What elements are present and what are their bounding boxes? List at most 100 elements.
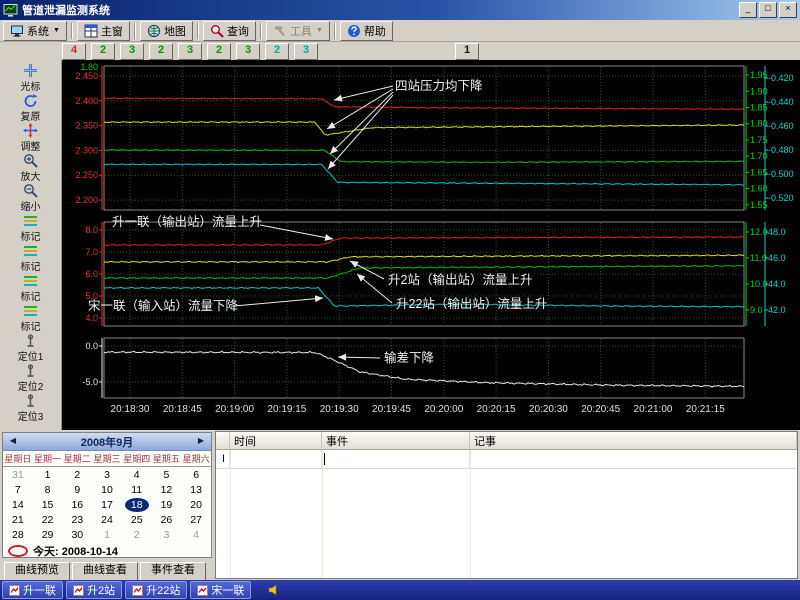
calendar-day[interactable]: 6 [181,469,211,481]
calendar-day[interactable]: 2 [62,469,92,481]
calendar-day[interactable]: 3 [92,469,122,481]
cell-note[interactable] [470,450,797,468]
station-button-8[interactable]: 2 [265,43,289,60]
calendar-day[interactable]: 8 [33,484,63,496]
query-icon [210,24,224,38]
menu-help[interactable]: 帮助 [340,21,393,41]
tool-adjust[interactable]: 调整 [3,123,59,153]
svg-text:20:20:45: 20:20:45 [581,404,620,415]
column-header-3[interactable]: 记事 [470,432,797,450]
tool-locate-1[interactable]: 定位1 [3,333,59,363]
station-button-10[interactable]: 1 [455,43,479,60]
restore-icon [23,93,38,108]
column-header-1[interactable]: 时间 [230,432,322,450]
toolbar-separator [197,23,199,39]
calendar-day[interactable]: 25 [122,514,152,526]
tool-locate-3[interactable]: 定位3 [3,393,59,423]
column-header-2[interactable]: 事件 [322,432,470,450]
curve-preview-button[interactable]: 曲线预览 [4,562,70,581]
calendar-day[interactable]: 24 [92,514,122,526]
calendar-day[interactable]: 22 [33,514,63,526]
taskbar-item-icon [73,585,84,596]
audio-icon [268,584,280,596]
cell-event[interactable] [322,450,470,468]
menu-query[interactable]: 查询 [203,21,256,41]
adjust-icon [23,123,38,138]
station-button-9[interactable]: 3 [294,43,318,60]
calendar-day[interactable]: 21 [3,514,33,526]
calendar-day[interactable]: 20 [181,499,211,511]
close-button[interactable]: × [779,2,797,18]
weekday-label: 星期三 [92,452,122,465]
calendar-day[interactable]: 3 [152,529,182,541]
maximize-button[interactable]: □ [759,2,777,18]
calendar-today-row[interactable]: 今天: 2008-10-14 [3,542,211,560]
calendar-day[interactable]: 4 [122,469,152,481]
calendar-day[interactable]: 14 [3,499,33,511]
calendar-day[interactable]: 17 [92,499,122,511]
station-button-2[interactable]: 2 [91,43,115,60]
menu-tools[interactable]: 工具▼ [266,21,330,41]
menu-system[interactable]: 系统▼ [3,21,67,41]
calendar-day[interactable]: 15 [33,499,63,511]
calendar-day[interactable]: 31 [3,469,33,481]
tool-mark-4[interactable]: 标记 [3,303,59,333]
station-button-6[interactable]: 2 [207,43,231,60]
calendar-day[interactable]: 29 [33,529,63,541]
station-button-5[interactable]: 3 [178,43,202,60]
menu-main-window[interactable]: 主窗 [77,21,130,41]
title-bar: 管道泄漏监测系统 _□× [0,0,800,20]
calendar-day[interactable]: 4 [181,529,211,541]
calendar-day[interactable]: 27 [181,514,211,526]
calendar-day[interactable]: 30 [62,529,92,541]
calendar-day[interactable]: 7 [3,484,33,496]
calendar-day[interactable]: 1 [92,529,122,541]
calendar-day[interactable]: 5 [152,469,182,481]
column-gridline [322,450,323,578]
station-button-7[interactable]: 3 [236,43,260,60]
calendar-day[interactable]: 28 [3,529,33,541]
toolbar-separator [334,23,336,39]
station-button-1[interactable]: 4 [62,43,86,60]
station-button-3[interactable]: 3 [120,43,144,60]
calendar-day-selected[interactable]: 18 [122,499,152,511]
tool-mark-3[interactable]: 标记 [3,273,59,303]
calendar-day[interactable]: 1 [33,469,63,481]
trend-chart[interactable]: 2.4502.4002.3502.3002.2502.2001.951.901.… [62,60,800,430]
menu-map[interactable]: 地图 [140,21,193,41]
calendar-day[interactable]: 13 [181,484,211,496]
calendar-day[interactable]: 2 [122,529,152,541]
calendar-day[interactable]: 23 [62,514,92,526]
tool-mark-1[interactable]: 标记 [3,213,59,243]
taskbar-item-sheng22zhan-label: 升22站 [146,582,180,598]
window-icon [84,24,98,38]
tool-zoom-in[interactable]: 放大 [3,153,59,183]
cell-time[interactable] [230,450,322,468]
minimize-button[interactable]: _ [739,2,757,18]
calendar-day[interactable]: 11 [122,484,152,496]
event-view-button[interactable]: 事件查看 [140,562,206,581]
calendar-day[interactable]: 16 [62,499,92,511]
tool-locate-2[interactable]: 定位2 [3,363,59,393]
tool-restore[interactable]: 复原 [3,93,59,123]
station-button-4[interactable]: 2 [149,43,173,60]
curve-view-button[interactable]: 曲线查看 [72,562,138,581]
calendar-day[interactable]: 9 [62,484,92,496]
calendar-day[interactable]: 26 [152,514,182,526]
taskbar-item-songyilian[interactable]: 宋一联 [190,581,251,599]
calendar-next-button[interactable]: ▶ [194,435,208,447]
calendar-day[interactable]: 12 [152,484,182,496]
svg-text:20:18:45: 20:18:45 [163,404,202,415]
calendar-day[interactable]: 10 [92,484,122,496]
taskbar-item-sheng22zhan[interactable]: 升22站 [125,581,187,599]
tool-cursor[interactable]: 光标 [3,63,59,93]
calendar-day[interactable]: 19 [152,499,182,511]
tool-zoom-out[interactable]: 缩小 [3,183,59,213]
taskbar-item-sheng2zhan[interactable]: 升2站 [66,581,122,599]
taskbar-item-shengyilian[interactable]: 升一联 [2,581,63,599]
calendar-prev-button[interactable]: ◀ [6,435,20,447]
tool-mark-2[interactable]: 标记 [3,243,59,273]
event-table: 时间事件记事I [215,431,798,579]
toolbar-separator [134,23,136,39]
table-row[interactable]: I [216,450,797,469]
